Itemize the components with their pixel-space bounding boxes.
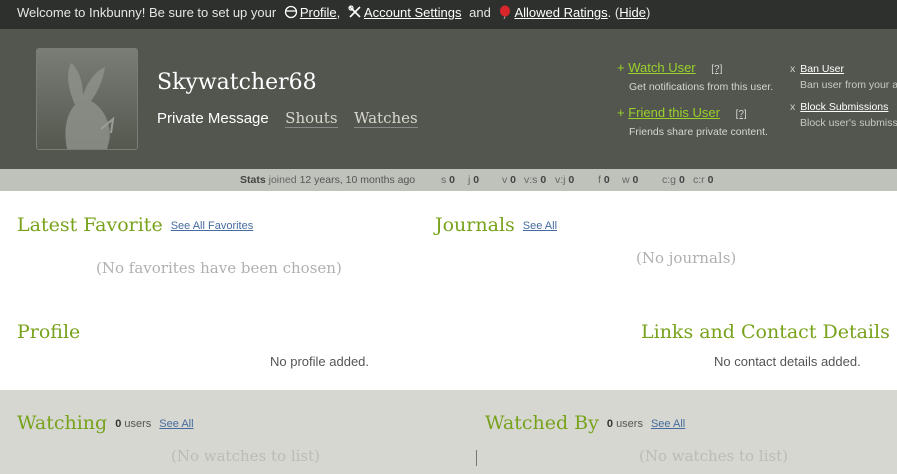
joined-value: 12 years, 10 months ago xyxy=(299,174,416,186)
profile-heading: Profile xyxy=(17,321,81,343)
see-all-watched-by-link[interactable]: See All xyxy=(651,418,685,430)
stat-item: c:g 0 xyxy=(662,174,685,186)
ban-user-action: x Ban User Ban user from your a xyxy=(790,63,897,91)
welcome-comma: , xyxy=(336,5,341,20)
watched-by-count: 0 users xyxy=(606,418,643,430)
stat-item: j 0 xyxy=(468,174,480,186)
profile-icon xyxy=(284,5,297,19)
profile-tabs: Private Message Shouts Watches xyxy=(157,109,430,128)
block-submissions-action: x Block Submissions Block user's submiss xyxy=(790,101,897,129)
friend-user-action: + Friend this User [?] Friends share pri… xyxy=(617,105,768,138)
stat-item: s 0 xyxy=(441,174,456,186)
user-header: Skywatcher68 Private Message Shouts Watc… xyxy=(0,29,897,169)
watching-heading: Watching 0 users See All xyxy=(17,412,194,434)
no-profile-text: No profile added. xyxy=(270,354,370,369)
friend-help-link[interactable]: [?] xyxy=(736,109,747,120)
x-icon: x xyxy=(790,101,796,113)
stat-item: f 0 xyxy=(598,174,610,186)
plus-icon: + xyxy=(617,105,625,120)
no-watched-by-text: (No watches to list) xyxy=(639,447,788,465)
links-contact-heading: Links and Contact Details xyxy=(641,321,890,343)
see-all-watching-link[interactable]: See All xyxy=(159,418,193,430)
plus-icon: + xyxy=(617,60,625,75)
no-journals-text: (No journals) xyxy=(636,249,737,267)
stat-item: v:s 0 xyxy=(524,174,547,186)
watch-help-link[interactable]: [?] xyxy=(711,64,722,75)
joined-word: joined xyxy=(268,174,297,186)
tab-private-message[interactable]: Private Message xyxy=(157,110,269,127)
welcome-row: Welcome to Inkbunny! Be sure to set up y… xyxy=(17,5,650,20)
watch-user-button[interactable]: Watch User xyxy=(628,60,695,75)
avatar[interactable] xyxy=(36,48,138,150)
no-contact-text: No contact details added. xyxy=(714,354,861,369)
tools-icon xyxy=(348,5,361,18)
watching-count: 0 users xyxy=(115,418,152,430)
username: Skywatcher68 xyxy=(157,70,317,95)
column-divider xyxy=(476,450,477,466)
profile-link[interactable]: Profile xyxy=(300,5,337,20)
see-all-journals-link[interactable]: See All xyxy=(523,220,557,232)
welcome-dot-open: . ( xyxy=(607,5,620,20)
friend-user-desc: Friends share private content. xyxy=(629,126,768,138)
welcome-bar: Welcome to Inkbunny! Be sure to set up y… xyxy=(0,0,897,29)
ban-user-button[interactable]: Ban User xyxy=(800,63,844,75)
block-submissions-button[interactable]: Block Submissions xyxy=(800,101,888,113)
stats-label: Stats xyxy=(240,174,266,186)
journals-heading: Journals See All xyxy=(435,214,557,236)
friend-user-button[interactable]: Friend this User xyxy=(628,105,720,120)
welcome-close-paren: ) xyxy=(645,5,651,20)
account-settings-link[interactable]: Account Settings xyxy=(364,5,462,20)
stat-item: c:r 0 xyxy=(693,174,714,186)
latest-favorite-heading: Latest Favorite See All Favorites xyxy=(17,214,253,236)
see-all-favorites-link[interactable]: See All Favorites xyxy=(171,220,254,232)
no-watching-text: (No watches to list) xyxy=(171,447,320,465)
latest-favorite-title: Latest Favorite xyxy=(17,214,163,236)
welcome-and: and xyxy=(469,5,491,20)
no-favorites-text: (No favorites have been chosen) xyxy=(96,259,342,277)
block-submissions-desc: Block user's submiss xyxy=(800,117,897,129)
stats-bar: Stats joined 12 years, 10 months ago s 0… xyxy=(0,169,897,191)
hide-link[interactable]: Hide xyxy=(619,5,646,20)
stats-joined: Stats joined 12 years, 10 months ago xyxy=(240,174,415,186)
watched-by-heading: Watched By 0 users See All xyxy=(485,412,685,434)
balloon-icon xyxy=(500,5,511,19)
watch-user-desc: Get notifications from this user. xyxy=(629,81,774,93)
tab-shouts[interactable]: Shouts xyxy=(285,109,338,128)
welcome-intro: Welcome to Inkbunny! Be sure to set up y… xyxy=(17,5,277,20)
ban-user-desc: Ban user from your a xyxy=(800,79,897,91)
avatar-bunny-silhouette xyxy=(37,49,137,149)
stat-item: w 0 xyxy=(622,174,639,186)
x-icon: x xyxy=(790,63,796,75)
allowed-ratings-link[interactable]: Allowed Ratings xyxy=(514,5,607,20)
watched-by-title: Watched By xyxy=(485,412,599,434)
stat-item: v:j 0 xyxy=(555,174,575,186)
journals-title: Journals xyxy=(435,214,515,236)
stat-item: v 0 xyxy=(502,174,517,186)
watching-title: Watching xyxy=(17,412,108,434)
tab-watches[interactable]: Watches xyxy=(353,109,418,128)
watch-user-action: + Watch User [?] Get notifications from … xyxy=(617,60,773,93)
